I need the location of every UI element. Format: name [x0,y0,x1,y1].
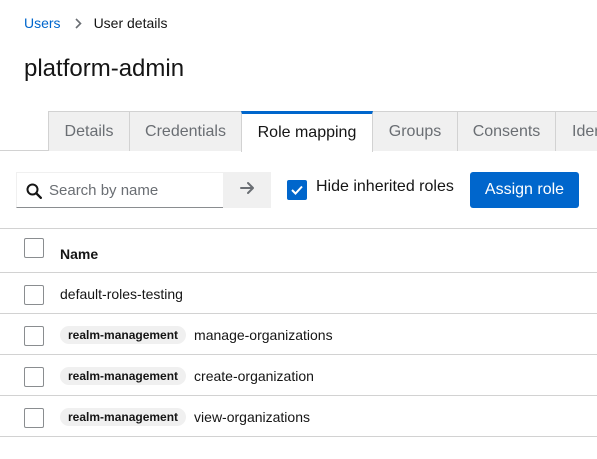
hide-inherited-roles-label: Hide inherited roles [316,178,454,195]
table-row: realm-management create-organization [0,355,597,396]
tab-identity-provider-links[interactable]: Identity provider links [555,111,597,151]
role-name: create-organization [194,367,314,384]
row-checkbox[interactable] [24,408,44,428]
table-row: realm-management view-organizations [0,396,597,437]
hide-inherited-roles-checkbox[interactable] [287,180,307,200]
page-title: platform-admin [24,55,185,82]
tab-credentials[interactable]: Credentials [129,111,242,151]
row-name-cell: default-roles-testing [60,273,183,314]
hide-inherited-roles-toggle[interactable]: Hide inherited roles [287,178,454,200]
role-name: manage-organizations [194,326,333,343]
row-checkbox[interactable] [24,285,44,305]
check-icon [291,185,303,195]
row-name-cell: realm-management view-organizations [60,396,310,437]
breadcrumb-users-link[interactable]: Users [24,15,61,31]
tab-details[interactable]: Details [48,111,130,151]
row-name-cell: realm-management manage-organizations [60,314,333,355]
search-box [16,172,224,208]
tab-bar: Details Credentials Role mapping Groups … [0,111,597,152]
row-checkbox[interactable] [24,367,44,387]
table-row: default-roles-testing [0,273,597,314]
arrow-right-icon [239,181,255,200]
tab-consents[interactable]: Consents [457,111,556,151]
client-badge: realm-management [60,407,187,426]
search-icon [26,183,42,204]
role-mapping-table: Name default-roles-testing realm-managem… [0,228,597,437]
tab-role-mapping[interactable]: Role mapping [241,111,373,152]
toolbar: Hide inherited roles Assign role [0,172,597,208]
client-badge: realm-management [60,366,187,385]
breadcrumb: Users User details [24,14,167,32]
client-badge: realm-management [60,325,187,344]
row-checkbox[interactable] [24,326,44,346]
assign-role-button[interactable]: Assign role [470,172,579,208]
row-name-cell: realm-management create-organization [60,355,314,396]
search-submit-button[interactable] [223,172,271,208]
search-input[interactable] [49,181,219,199]
role-name: default-roles-testing [60,285,183,302]
chevron-right-icon [74,17,82,29]
role-name: view-organizations [194,408,310,425]
column-header-name[interactable]: Name [60,246,98,262]
select-all-checkbox[interactable] [24,238,44,258]
table-header: Name [0,229,597,273]
breadcrumb-current: User details [93,15,168,31]
tab-groups[interactable]: Groups [372,111,458,151]
table-row: realm-management manage-organizations [0,314,597,355]
